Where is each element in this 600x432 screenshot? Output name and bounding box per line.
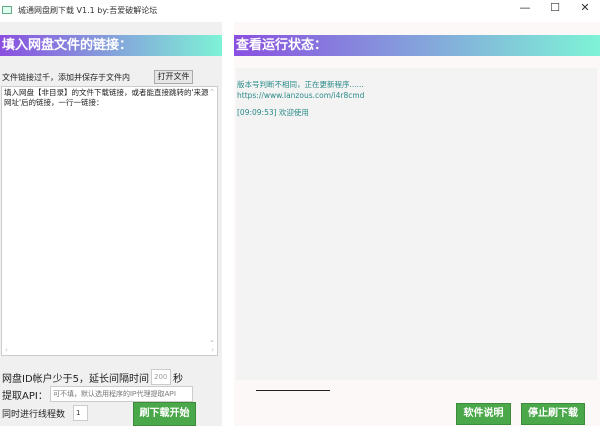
delay-input[interactable]: 200 — [151, 369, 171, 385]
minimize-button[interactable]: — — [510, 0, 540, 18]
help-button[interactable]: 软件说明 — [456, 403, 511, 425]
vertical-scrollbar[interactable]: ⌃ ⌄ — [207, 87, 217, 345]
stop-button[interactable]: 停止刷下载 — [521, 403, 585, 425]
delay-label: 网盘ID帐户少于5，延长间隔时间 — [2, 374, 150, 385]
links-textarea[interactable]: 填入网盘【非目录】的文件下载链接，或者能直接跳转的'来源网址'后的链接，一行一链… — [1, 86, 218, 356]
title-bar: 城通网盘刷下载 V1.1 by:吾爱破解论坛 — ☐ ✕ — [0, 0, 600, 20]
window-title: 城通网盘刷下载 V1.1 by:吾爱破解论坛 — [18, 5, 158, 15]
app-icon — [2, 6, 12, 14]
threads-input[interactable]: 1 — [73, 405, 88, 421]
delay-unit: 秒 — [173, 374, 183, 385]
close-button[interactable]: ✕ — [570, 0, 600, 18]
divider-line — [256, 390, 330, 391]
log-line: https://www.lanzous.com/i4r8cmd — [237, 91, 365, 100]
start-button[interactable]: 刷下载开始 — [133, 402, 196, 426]
horizontal-scrollbar[interactable]: ‹ › — [2, 345, 217, 355]
status-log[interactable]: 版本号判断不相同，正在更新程序...... https://www.lanzou… — [236, 68, 597, 380]
threads-label: 同时进行线程数 — [2, 410, 66, 420]
status-header: 查看运行状态： — [234, 35, 600, 56]
file-hint-label: 文件链接过千，添加并保存于文件内 — [2, 73, 130, 82]
open-file-button[interactable]: 打开文件 — [154, 70, 193, 84]
log-line: 版本号判断不相同，正在更新程序...... — [237, 80, 364, 89]
links-header: 填入网盘文件的链接： — [0, 35, 222, 56]
links-text: 填入网盘【非目录】的文件下载链接，或者能直接跳转的'来源网址'后的链接，一行一链… — [4, 88, 209, 107]
api-label: 提取API： — [2, 391, 48, 402]
maximize-button[interactable]: ☐ — [540, 0, 570, 18]
log-line: [09:09:53] 欢迎使用 — [237, 108, 309, 117]
api-input[interactable] — [50, 386, 193, 402]
